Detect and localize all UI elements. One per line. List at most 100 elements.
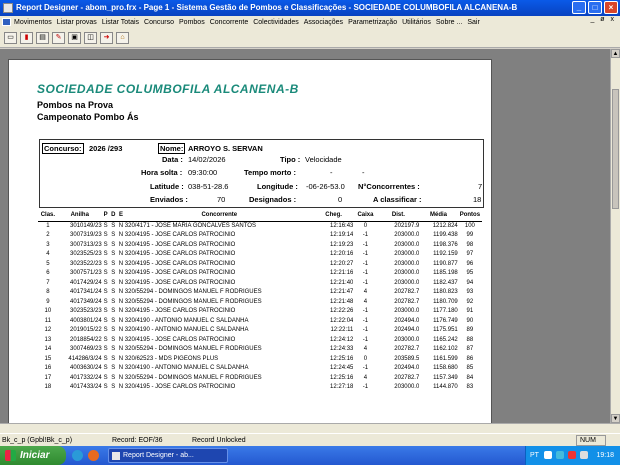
windows-logo-icon xyxy=(5,450,16,461)
media-player-icon[interactable] xyxy=(88,450,99,461)
cell-pontos: 89 xyxy=(466,327,474,334)
cell-p: S xyxy=(103,289,108,296)
scroll-thumb[interactable] xyxy=(612,89,619,209)
cell-distancia: 203000.0 xyxy=(394,260,420,267)
cell-anilha: 4003801/24 xyxy=(70,317,102,324)
cell-concorrente: 320/4195 - JOSE CARLOS PATROCINIO xyxy=(124,270,236,277)
cell-d: S xyxy=(111,279,116,286)
cell-pontos: 83 xyxy=(466,384,474,391)
horizontal-scrollbar[interactable] xyxy=(0,423,620,433)
cell-anilha: 3023522/23 xyxy=(70,260,102,267)
cell-media: 1162.102 xyxy=(433,346,458,353)
latitude-label: Latitude : xyxy=(150,182,184,191)
cell-caixa: -1 xyxy=(362,336,369,343)
menu-parametrizacao[interactable]: Parametrização xyxy=(348,19,397,26)
tipo-label: Tipo : xyxy=(280,155,301,164)
cell-caixa: 4 xyxy=(363,289,368,296)
cell-distancia: 202494.0 xyxy=(394,365,420,372)
cell-p: S xyxy=(103,270,108,277)
cell-p: S xyxy=(103,346,108,353)
print-icon[interactable]: ▤ xyxy=(36,31,49,44)
exit-icon[interactable]: ⌂ xyxy=(116,31,129,44)
chart-icon[interactable]: ▮ xyxy=(20,31,33,44)
results-header-row: Clas. Anilha P D E Concorrente Cheg. Cai… xyxy=(38,211,482,222)
scroll-down-icon[interactable]: ▼ xyxy=(611,414,620,423)
cell-concorrente: 320/4195 - JOSE CARLOS PATROCINIO xyxy=(124,279,236,286)
save-icon[interactable]: ▣ xyxy=(68,31,81,44)
menu-utilitarios[interactable]: Utilitários xyxy=(402,19,431,26)
menu-pombos[interactable]: Pombos xyxy=(179,19,205,26)
taskbar-item-label: Report Designer - ab... xyxy=(123,452,194,459)
menu-concorrente[interactable]: Concorrente xyxy=(210,19,249,26)
cell-anilha: 3007571/23 xyxy=(70,270,102,277)
cell-anilha: 3007313/23 xyxy=(70,241,102,248)
col-e: E xyxy=(117,211,125,222)
cell-d: S xyxy=(111,336,116,343)
run-icon[interactable]: ➜ xyxy=(100,31,113,44)
zoom-icon[interactable]: ◫ xyxy=(84,31,97,44)
table-row: 3 3007313/23 S S N 320/4195 - JOSE CARLOS PAT… xyxy=(38,240,482,250)
menu-sair[interactable]: Sair xyxy=(467,19,479,26)
cell-media: 1212.824 xyxy=(432,223,458,229)
cell-distancia: 203000.0 xyxy=(394,384,420,391)
cell-pontos: 98 xyxy=(466,241,474,248)
toolbar: ▭ ▮ ▤ ✎ ▣ ◫ ➜ ⌂ xyxy=(0,28,620,48)
cell-d: S xyxy=(111,374,116,381)
scroll-up-icon[interactable]: ▲ xyxy=(611,49,620,58)
menu-sobre[interactable]: Sobre ... xyxy=(436,19,462,26)
network-icon[interactable] xyxy=(544,451,552,459)
cell-chegada: 12:24:12 xyxy=(330,336,354,343)
cell-d: S xyxy=(111,365,116,372)
cell-pontos: 84 xyxy=(466,374,474,381)
browser-icon[interactable] xyxy=(72,450,83,461)
concurso-label: Concurso: xyxy=(42,143,84,154)
minimize-button[interactable]: _ xyxy=(572,1,586,14)
menu-listar-provas[interactable]: Listar provas xyxy=(57,19,97,26)
enviados-label: Enviados : xyxy=(150,195,188,204)
cell-e: N xyxy=(118,260,124,267)
cell-concorrente: 320/4195 - JOSE CARLOS PATROCINIO xyxy=(124,308,236,315)
cell-caixa: 0 xyxy=(363,355,368,362)
maximize-button[interactable]: □ xyxy=(588,1,602,14)
security-icon[interactable] xyxy=(556,451,564,459)
col-distancia: Dist. xyxy=(377,211,420,222)
cell-distancia: 202494.0 xyxy=(394,327,420,334)
cell-e: N xyxy=(118,384,124,391)
cell-media: 1185.198 xyxy=(433,270,458,277)
cell-caixa: -1 xyxy=(362,260,369,267)
menu-movimentos[interactable]: Movimentos xyxy=(14,19,52,26)
cell-distancia: 203000.0 xyxy=(394,251,420,258)
vertical-scrollbar[interactable]: ▲ ▼ xyxy=(610,49,620,423)
antivirus-icon[interactable] xyxy=(568,451,576,459)
cell-anilha: 4017429/24 xyxy=(70,279,102,286)
cell-anilha: 3023523/23 xyxy=(70,308,102,315)
cell-media: 1157.349 xyxy=(433,374,458,381)
col-d: D xyxy=(109,211,118,222)
cell-caixa: -1 xyxy=(362,279,369,286)
cell-media: 1175.951 xyxy=(433,327,458,334)
volume-icon[interactable] xyxy=(580,451,588,459)
table-row: 8 4017341/24 S S N 320/55294 - DOMINGOS MANUE… xyxy=(38,288,482,298)
taskbar-item-report-designer[interactable]: Report Designer - ab... xyxy=(108,448,228,463)
menu-colectividades[interactable]: Colectividades xyxy=(253,19,299,26)
language-indicator[interactable]: PT xyxy=(530,446,539,465)
tempo-morto-value-2: - xyxy=(362,168,365,177)
edit-icon[interactable]: ✎ xyxy=(52,31,65,44)
cell-clas: 5 xyxy=(46,260,50,267)
cell-anilha: 4017341/24 xyxy=(70,289,102,296)
start-button[interactable]: Iniciar xyxy=(0,446,66,465)
cell-pontos: 90 xyxy=(466,317,474,324)
menu-concurso[interactable]: Concurso xyxy=(144,19,174,26)
window-title-bar[interactable]: Report Designer - abom_pro.frx - Page 1 … xyxy=(0,0,620,16)
page-setup-icon[interactable]: ▭ xyxy=(4,31,17,44)
menu-associacoes[interactable]: Associações xyxy=(304,19,343,26)
menu-listar-totais[interactable]: Listar Totais xyxy=(102,19,139,26)
mdi-window-controls[interactable]: _ ø x xyxy=(590,16,616,23)
mdi-child-icon[interactable] xyxy=(2,18,11,26)
cell-distancia: 203000.0 xyxy=(394,270,420,277)
cell-pontos: 87 xyxy=(466,346,474,353)
window-title: Report Designer - abom_pro.frx - Page 1 … xyxy=(16,3,518,12)
close-button[interactable]: × xyxy=(604,1,618,14)
table-row: 6 3007571/23 S S N 320/4195 - JOSE CARLOS PAT… xyxy=(38,269,482,279)
cell-p: S xyxy=(103,384,108,391)
